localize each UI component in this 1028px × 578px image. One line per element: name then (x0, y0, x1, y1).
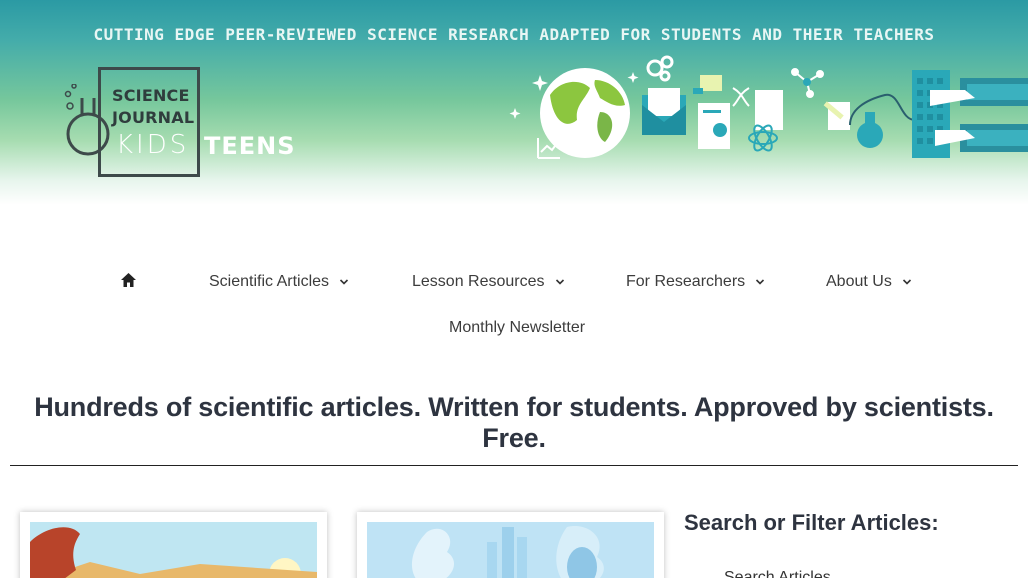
nav-for-researchers[interactable]: For Researchers (626, 273, 765, 291)
search-filter-title: Search or Filter Articles: (684, 510, 939, 535)
gear-icon (646, 55, 674, 82)
logo-text-kids: KIDS (116, 130, 190, 160)
site-tagline: CUTTING EDGE PEER-REVIEWED SCIENCE RESEA… (93, 25, 935, 44)
envelope-icon (642, 88, 686, 135)
lab-flask-icon (849, 93, 916, 148)
main-nav: Scientific Articles Lesson Resources For… (0, 262, 1028, 352)
article-card[interactable] (20, 512, 327, 578)
globe-icon (540, 68, 630, 158)
nav-monthly-newsletter[interactable]: Monthly Newsletter (449, 319, 585, 337)
divider (10, 465, 1018, 466)
home-icon[interactable] (120, 272, 137, 288)
site-logo[interactable]: SCIENCE JOURNAL KIDS TEENS (60, 66, 295, 182)
site-header: CUTTING EDGE PEER-REVIEWED SCIENCE RESEA… (0, 0, 1028, 205)
chevron-down-icon (902, 279, 911, 285)
chevron-down-icon (555, 279, 564, 285)
article-thumbnail (367, 522, 654, 578)
search-articles-link[interactable]: Search Articles (724, 569, 831, 578)
keyboard-icon (912, 70, 1028, 158)
nav-label: Scientific Articles (209, 273, 330, 290)
chat-icon (693, 75, 722, 94)
article-card[interactable] (357, 512, 664, 578)
chevron-down-icon (756, 279, 765, 285)
article-thumbnail (30, 522, 317, 578)
molecule-icon (791, 68, 824, 98)
science-illustration (509, 55, 1028, 159)
chevron-down-icon (339, 279, 349, 285)
dna-icon (732, 87, 750, 107)
nav-label: Monthly Newsletter (449, 319, 586, 336)
page-headline: Hundreds of scientific articles. Written… (34, 392, 994, 453)
nav-label: About Us (826, 273, 892, 290)
nav-lesson-resources[interactable]: Lesson Resources (412, 273, 565, 291)
logo-text-teens: TEENS (204, 132, 296, 160)
nav-label: For Researchers (626, 273, 746, 290)
pencil-icon (823, 101, 850, 130)
nav-scientific-articles[interactable]: Scientific Articles (209, 273, 349, 291)
nav-label: Lesson Resources (412, 273, 545, 290)
logo-text-journal: JOURNAL (112, 108, 195, 127)
nav-about-us[interactable]: About Us (826, 273, 912, 291)
logo-text-science: SCIENCE (112, 86, 190, 105)
